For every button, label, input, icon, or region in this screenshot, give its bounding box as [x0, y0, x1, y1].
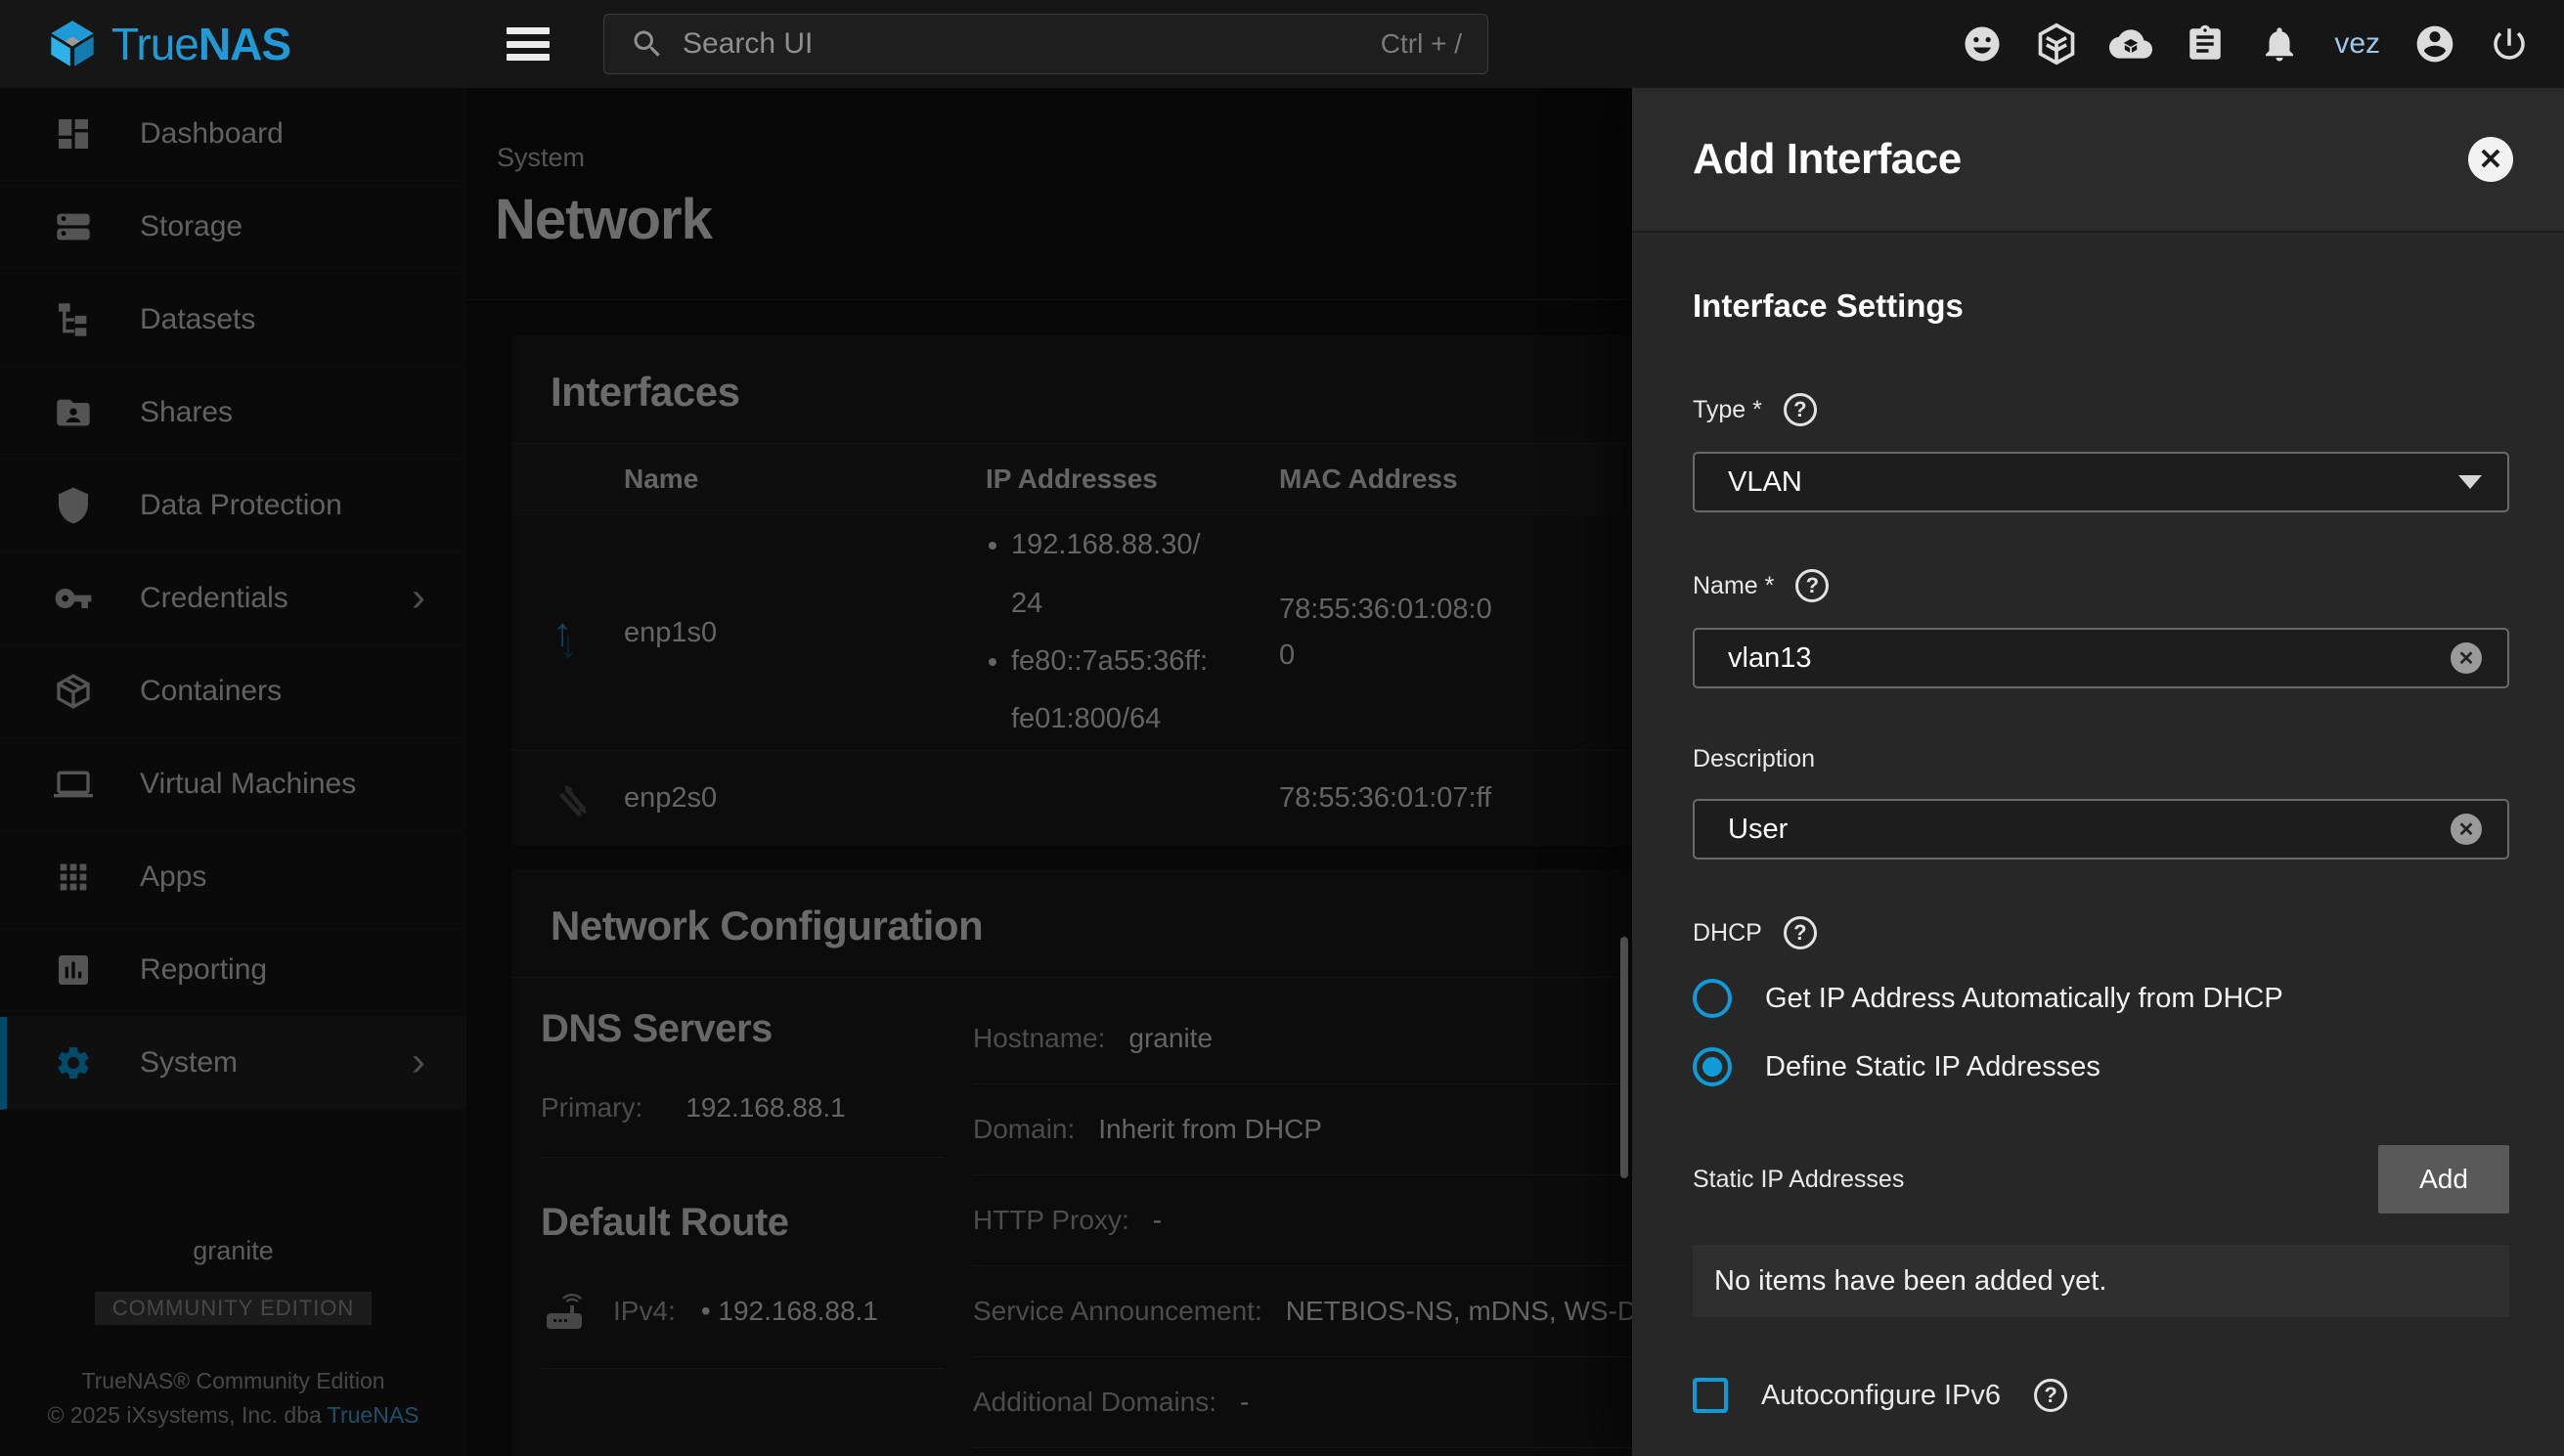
type-select[interactable]: VLAN [1693, 452, 2509, 512]
close-icon[interactable]: ✕ [2468, 137, 2513, 182]
help-icon[interactable]: ? [2034, 1379, 2067, 1412]
help-icon[interactable]: ? [1784, 916, 1817, 949]
description-value: User [1728, 814, 2451, 846]
type-value: VLAN [1728, 466, 2458, 499]
radio-selected-icon[interactable] [1693, 1047, 1732, 1086]
type-label: Type * [1693, 396, 1762, 424]
description-input[interactable]: User ✕ [1693, 799, 2509, 860]
alerts-bell-icon[interactable] [2258, 22, 2301, 66]
feedback-icon[interactable] [1961, 22, 2004, 66]
truenas-logo-icon [47, 19, 98, 69]
search-placeholder: Search UI [683, 27, 1363, 61]
truenas-logo[interactable]: TrueNAS [0, 18, 420, 70]
autoconfigure-ipv6-label: Autoconfigure IPv6 [1761, 1380, 2001, 1412]
checkbox-icon[interactable] [1693, 1378, 1728, 1413]
clear-icon[interactable]: ✕ [2451, 642, 2482, 674]
add-interface-panel: Add Interface ✕ Interface Settings Type … [1632, 88, 2564, 1456]
jobs-clipboard-icon[interactable] [2184, 22, 2227, 66]
help-icon[interactable]: ? [1795, 569, 1829, 602]
topbar: TrueNAS Search UI Ctrl + / vez [0, 0, 2564, 88]
autoconfigure-ipv6-row[interactable]: Autoconfigure IPv6 ? [1693, 1378, 2509, 1413]
interface-settings-heading: Interface Settings [1693, 287, 2509, 325]
chevron-down-icon [2458, 475, 2482, 489]
radio-static-ip[interactable]: Define Static IP Addresses [1693, 1047, 2509, 1086]
power-icon[interactable] [2488, 22, 2531, 66]
radio-dhcp-auto[interactable]: Get IP Address Automatically from DHCP [1693, 979, 2509, 1018]
account-avatar-icon[interactable] [2413, 22, 2456, 66]
brand-name: TrueNAS [111, 18, 290, 70]
help-icon[interactable]: ? [1784, 393, 1817, 426]
radio-label: Get IP Address Automatically from DHCP [1765, 983, 2283, 1015]
dhcp-label: DHCP [1693, 919, 1762, 948]
add-button[interactable]: Add [2378, 1145, 2509, 1213]
search-input[interactable]: Search UI Ctrl + / [603, 14, 1488, 74]
radio-label: Define Static IP Addresses [1765, 1051, 2100, 1083]
search-shortcut: Ctrl + / [1381, 28, 1462, 60]
scrollbar-thumb[interactable] [1620, 937, 1628, 1178]
radio-icon[interactable] [1693, 979, 1732, 1018]
username-label: vez [2332, 27, 2382, 61]
name-input[interactable]: vlan13 ✕ [1693, 628, 2509, 688]
empty-list-message: No items have been added yet. [1693, 1245, 2509, 1317]
panel-title: Add Interface [1693, 135, 1962, 184]
clear-icon[interactable]: ✕ [2451, 814, 2482, 845]
menu-toggle-icon[interactable] [507, 27, 550, 61]
modal-backdrop[interactable] [0, 88, 1632, 1456]
truenas-stack-icon[interactable] [2035, 22, 2078, 66]
truenas-connect-cloud-icon[interactable] [2109, 22, 2152, 66]
name-label: Name * [1693, 572, 1774, 600]
name-value: vlan13 [1728, 642, 2451, 675]
static-ips-label: Static IP Addresses [1693, 1166, 1904, 1194]
description-label: Description [1693, 745, 1815, 773]
search-icon [630, 26, 665, 62]
